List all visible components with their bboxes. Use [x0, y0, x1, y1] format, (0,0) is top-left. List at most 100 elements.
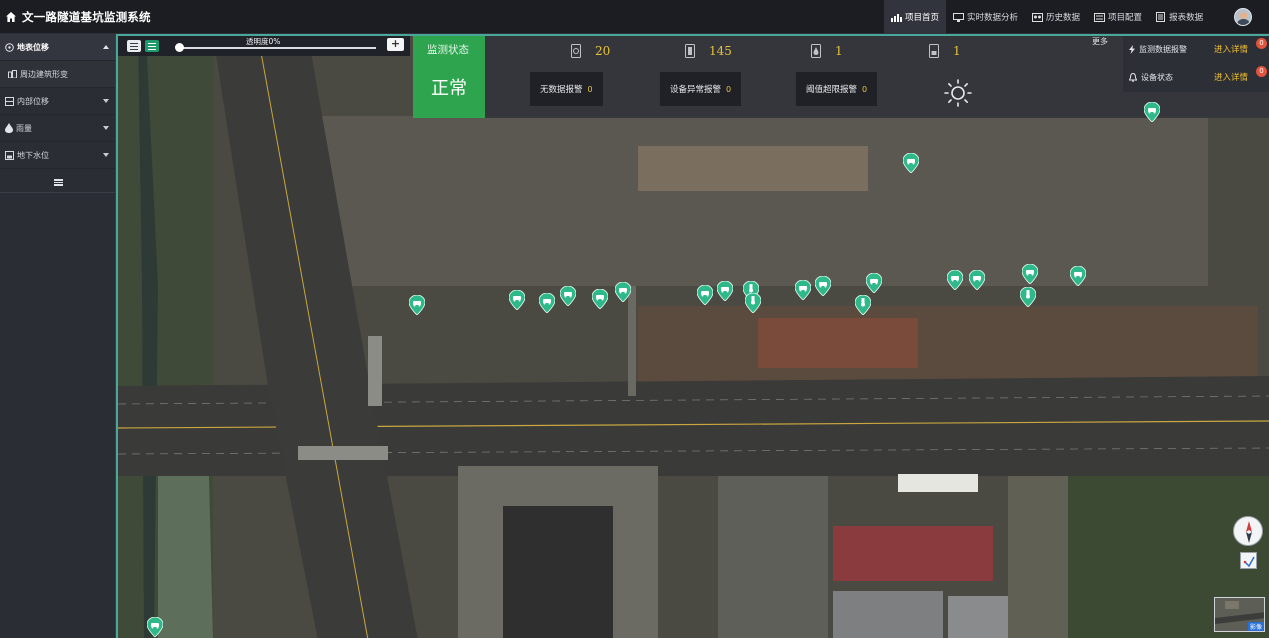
stat-value: 1 — [953, 44, 961, 58]
extent-icon — [1243, 556, 1255, 568]
opacity-label: 透明度0% — [246, 37, 281, 46]
main-nav: 项目首页 实时数据分析 历史数据 项目配置 报表数据 — [884, 0, 1210, 34]
monitoring-point-marker[interactable] — [855, 295, 871, 315]
panel-label: 监测数据报警 — [1129, 44, 1187, 55]
stat-value: 1 — [835, 44, 843, 58]
monitoring-point-marker[interactable] — [409, 295, 425, 315]
water-level-icon — [5, 150, 14, 160]
water-level-icon — [929, 44, 939, 58]
nav-item-realtime[interactable]: 实时数据分析 — [946, 0, 1025, 34]
zoom-extent-button[interactable] — [1240, 552, 1257, 569]
status-caption: 监测状态 — [427, 44, 469, 56]
monitoring-point-marker[interactable] — [745, 293, 761, 313]
satellite-map[interactable] — [116, 34, 1269, 638]
avatar[interactable] — [1234, 8, 1252, 26]
opacity-plus-button[interactable]: + — [387, 38, 404, 51]
monitoring-point-marker[interactable] — [560, 286, 576, 306]
building-icon — [8, 70, 17, 78]
monitoring-point-marker[interactable] — [795, 280, 811, 300]
stat-value: 145 — [709, 44, 732, 58]
sidebar-item-rainfall[interactable]: 雨量 — [0, 115, 115, 142]
nav-item-config[interactable]: 项目配置 — [1087, 0, 1149, 34]
monitoring-point-marker[interactable] — [509, 290, 525, 310]
monitoring-point-marker[interactable] — [1144, 102, 1160, 122]
layers-button[interactable] — [145, 40, 159, 52]
nav-item-history[interactable]: 历史数据 — [1025, 0, 1087, 34]
chevron-down-icon — [103, 126, 109, 130]
target-icon — [571, 44, 581, 58]
alarm-threshold-exceeded[interactable]: 阈值超限报警 0 — [796, 72, 878, 106]
monitoring-point-marker[interactable] — [815, 276, 831, 296]
list-view-button[interactable] — [127, 40, 141, 52]
nav-label: 报表数据 — [1169, 13, 1204, 23]
panel-monitoring-alarm[interactable]: 监测数据报警 进入详情 0 — [1123, 36, 1269, 64]
monitoring-point-marker[interactable] — [1022, 264, 1038, 284]
status-badge: 监测状态 正常 — [413, 36, 485, 118]
opacity-slider-thumb[interactable] — [175, 43, 184, 52]
alarm-count: 0 — [862, 84, 868, 94]
monitoring-point-marker[interactable] — [1020, 287, 1036, 307]
monitoring-point-marker[interactable] — [615, 282, 631, 302]
monitoring-point-marker[interactable] — [969, 270, 985, 290]
monitoring-point-marker[interactable] — [592, 289, 608, 309]
nav-label: 项目首页 — [905, 13, 940, 23]
nav-item-home[interactable]: 项目首页 — [884, 0, 947, 34]
sidebar: 地表位移 周边建筑形变 内部位移 雨量 地下水位 — [0, 34, 116, 638]
monitoring-point-marker[interactable] — [1070, 266, 1086, 286]
brand: 文一路隧道基坑监测系统 — [5, 9, 151, 25]
monitoring-point-marker[interactable] — [147, 617, 163, 637]
home-icon[interactable] — [5, 11, 17, 23]
alarm-label: 无数据报警 — [540, 85, 583, 95]
status-value: 正常 — [431, 78, 467, 99]
more-link[interactable]: 更多 — [1092, 36, 1108, 47]
monitoring-point-marker[interactable] — [903, 153, 919, 173]
report-icon — [1156, 12, 1166, 22]
app-title: 文一路隧道基坑监测系统 — [22, 10, 151, 24]
sidebar-collapse-button[interactable] — [0, 173, 116, 193]
monitoring-point-marker[interactable] — [866, 273, 882, 293]
sidebar-item-internal-displacement[interactable]: 内部位移 — [0, 88, 115, 115]
enter-details-button[interactable]: 进入详情 — [1214, 43, 1248, 55]
sun-icon — [944, 79, 972, 107]
alarm-count: 0 — [587, 84, 593, 94]
stat-surface-points[interactable]: 20 — [571, 44, 610, 58]
sidebar-item-label: 内部位移 — [17, 96, 49, 106]
drop-icon — [811, 44, 821, 58]
minimap-label: 影像 — [1247, 622, 1264, 631]
monitoring-point-marker[interactable] — [697, 285, 713, 305]
lightning-icon — [1129, 45, 1135, 54]
chevron-down-icon — [103, 99, 109, 103]
layers-icon — [5, 96, 14, 106]
panel-label: 设备状态 — [1129, 72, 1173, 83]
alarm-count: 0 — [726, 84, 732, 94]
monitoring-point-marker[interactable] — [717, 281, 733, 301]
sidebar-item-surface-displacement[interactable]: 地表位移 — [0, 34, 115, 61]
stat-rainfall-points[interactable]: 1 — [811, 44, 843, 58]
alarm-count-badge: 0 — [1256, 38, 1267, 49]
compass-control[interactable] — [1233, 516, 1263, 546]
bell-icon — [1129, 73, 1137, 82]
panel-label-text: 设备状态 — [1141, 73, 1173, 82]
stat-building-points[interactable]: 145 — [685, 44, 732, 58]
nav-item-report[interactable]: 报表数据 — [1149, 0, 1210, 34]
stat-water-level-points[interactable]: 1 — [929, 44, 961, 58]
panel-device-status[interactable]: 设备状态 进入详情 0 — [1123, 64, 1269, 92]
opacity-slider-track[interactable] — [178, 47, 376, 49]
nav-label: 项目配置 — [1108, 13, 1143, 23]
nav-label: 实时数据分析 — [967, 13, 1019, 23]
sidebar-item-groundwater[interactable]: 地下水位 — [0, 142, 115, 169]
monitoring-point-marker[interactable] — [947, 270, 963, 290]
alarm-no-data[interactable]: 无数据报警 0 — [530, 72, 603, 106]
chevron-down-icon — [103, 153, 109, 157]
menu-icon — [53, 178, 63, 186]
sidebar-item-building-deformation[interactable]: 周边建筑形变 — [0, 61, 115, 88]
sidebar-item-label: 周边建筑形变 — [20, 69, 68, 79]
sidebar-item-label: 地表位移 — [17, 42, 49, 52]
chevron-up-icon — [103, 45, 109, 49]
minimap[interactable]: 影像 — [1214, 597, 1265, 632]
opacity-toolbar: 透明度0% + — [118, 36, 410, 56]
monitoring-point-marker[interactable] — [539, 293, 555, 313]
alarm-device-error[interactable]: 设备异常报警 0 — [660, 72, 742, 106]
enter-details-button[interactable]: 进入详情 — [1214, 71, 1248, 83]
device-count-badge: 0 — [1256, 66, 1267, 77]
